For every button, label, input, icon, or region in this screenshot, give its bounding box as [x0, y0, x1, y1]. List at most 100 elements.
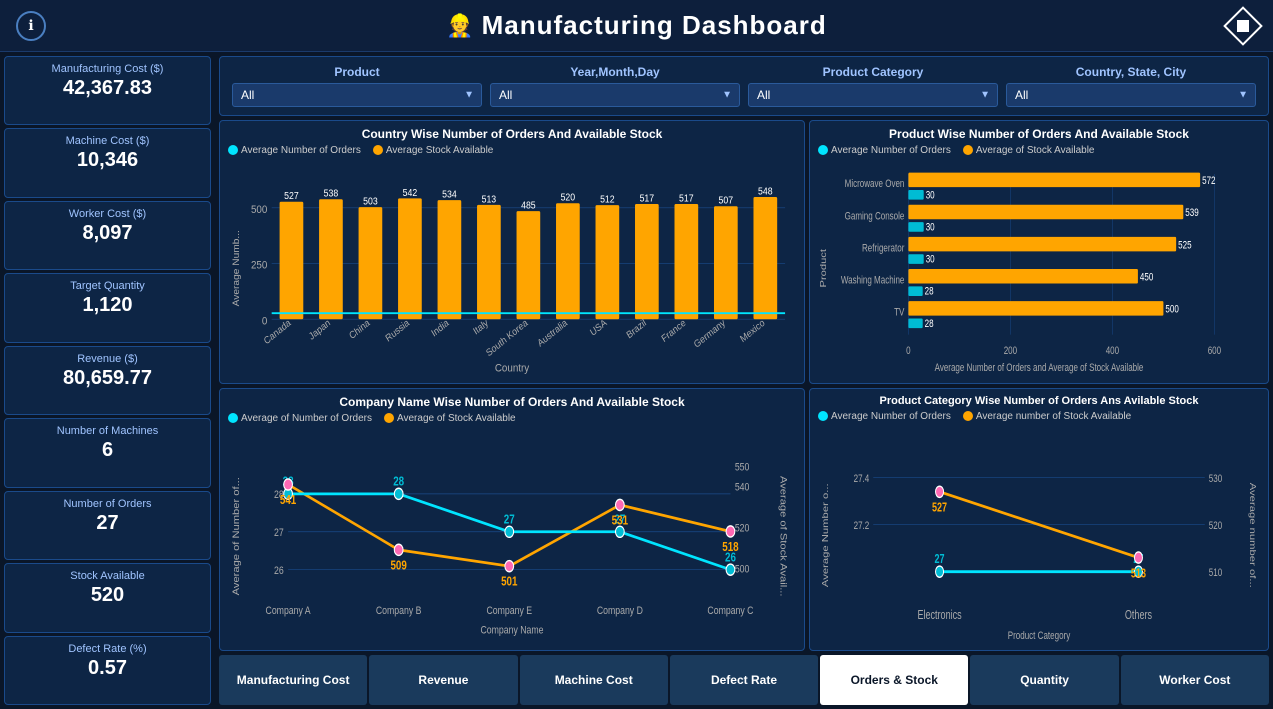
svg-text:200: 200 — [1004, 345, 1018, 358]
svg-text:538: 538 — [324, 188, 339, 200]
svg-text:Company Name: Company Name — [480, 624, 543, 636]
content-area: Product All Year,Month,Day All Product C… — [215, 52, 1273, 709]
kpi-label-stock-available: Stock Available — [15, 570, 200, 582]
svg-text:Australia: Australia — [536, 317, 570, 350]
kpi-value-defect-rate: 0.57 — [15, 657, 200, 680]
svg-text:540: 540 — [735, 481, 750, 493]
svg-text:525: 525 — [1178, 239, 1191, 252]
country-chart-svg-container: 0250500527Canada538Japan503China542Russi… — [228, 160, 796, 377]
filters-row: Product All Year,Month,Day All Product C… — [219, 56, 1269, 116]
svg-text:Company B: Company B — [376, 604, 422, 616]
svg-text:Russia: Russia — [384, 317, 412, 345]
filter-group-product-filter: Product All — [232, 65, 482, 107]
svg-text:0: 0 — [262, 315, 268, 328]
svg-text:USA: USA — [588, 317, 609, 339]
filter-select-category-filter[interactable]: All — [748, 83, 998, 107]
product-chart-title: Product Wise Number of Orders And Availa… — [818, 127, 1260, 141]
filter-wrapper-category-filter: All — [748, 83, 998, 107]
svg-text:Germany: Germany — [692, 317, 727, 351]
svg-text:512: 512 — [600, 194, 615, 206]
svg-text:Average Number o...: Average Number o... — [821, 483, 830, 587]
svg-text:Country: Country — [495, 362, 530, 375]
svg-text:27.4: 27.4 — [854, 472, 870, 485]
filter-wrapper-product-filter: All — [232, 83, 482, 107]
category-chart-svg-container: 27.227.451052053027527Electronics27513Ot… — [818, 426, 1260, 645]
kpi-machine-cost: Machine Cost ($) 10,346 — [4, 128, 211, 197]
svg-text:Company C: Company C — [707, 604, 753, 616]
svg-text:30: 30 — [926, 253, 935, 266]
kpi-label-machine-cost: Machine Cost ($) — [15, 135, 200, 147]
charts-row-bottom: Company Name Wise Number of Orders And A… — [219, 388, 1269, 652]
tab-defect-rate[interactable]: Defect Rate — [670, 655, 818, 705]
tab-machine-cost[interactable]: Machine Cost — [520, 655, 668, 705]
svg-text:250: 250 — [251, 259, 267, 272]
filter-group-location-filter: Country, State, City All — [1006, 65, 1256, 107]
country-chart-legend: Average Number of Orders Average Stock A… — [228, 145, 796, 156]
svg-text:520: 520 — [735, 522, 750, 534]
kpi-value-stock-available: 520 — [15, 584, 200, 607]
kpi-label-revenue: Revenue ($) — [15, 353, 200, 365]
info-icon[interactable]: ℹ — [16, 11, 46, 41]
svg-text:27: 27 — [504, 513, 515, 526]
company-chart-svg: 26272850052054055028541Company A28509Com… — [228, 428, 796, 645]
tab-revenue[interactable]: Revenue — [369, 655, 517, 705]
header: ℹ 👷 Manufacturing Dashboard — [0, 0, 1273, 52]
kpi-num-orders: Number of Orders 27 — [4, 491, 211, 560]
category-orders-chart: Product Category Wise Number of Orders A… — [809, 388, 1269, 652]
kpi-value-manufacturing-cost: 42,367.83 — [15, 77, 200, 100]
filter-group-category-filter: Product Category All — [748, 65, 998, 107]
company-chart-svg-container: 26272850052054055028541Company A28509Com… — [228, 428, 796, 645]
svg-text:28: 28 — [925, 285, 934, 298]
kpi-value-machine-cost: 10,346 — [15, 149, 200, 172]
kpi-label-worker-cost: Worker Cost ($) — [15, 208, 200, 220]
svg-text:India: India — [430, 317, 452, 340]
svg-text:517: 517 — [640, 193, 655, 205]
diamond-icon[interactable] — [1223, 6, 1263, 46]
svg-text:Microwave Oven: Microwave Oven — [845, 178, 905, 191]
svg-text:518: 518 — [722, 540, 738, 553]
filter-select-date-filter[interactable]: All — [490, 83, 740, 107]
filter-wrapper-date-filter: All — [490, 83, 740, 107]
kpi-label-target-quantity: Target Quantity — [15, 280, 200, 292]
kpi-label-num-orders: Number of Orders — [15, 498, 200, 510]
svg-text:513: 513 — [482, 194, 497, 206]
tab-quantity[interactable]: Quantity — [970, 655, 1118, 705]
svg-text:27: 27 — [274, 527, 284, 539]
kpi-value-revenue: 80,659.77 — [15, 367, 200, 390]
tab-worker-cost[interactable]: Worker Cost — [1121, 655, 1269, 705]
svg-text:Average Numb...: Average Numb... — [232, 230, 242, 306]
tab-orders-stock[interactable]: Orders & Stock — [820, 655, 968, 705]
legend-orders: Average Number of Orders — [241, 145, 361, 156]
kpi-stock-available: Stock Available 520 — [4, 563, 211, 632]
filter-select-location-filter[interactable]: All — [1006, 83, 1256, 107]
svg-text:Company A: Company A — [266, 604, 311, 616]
country-chart-title: Country Wise Number of Orders And Availa… — [228, 127, 796, 141]
main-layout: Manufacturing Cost ($) 42,367.83Machine … — [0, 52, 1273, 709]
svg-text:600: 600 — [1208, 345, 1222, 358]
svg-text:450: 450 — [1140, 271, 1154, 284]
svg-text:27.2: 27.2 — [854, 519, 870, 532]
filter-label-product-filter: Product — [232, 65, 482, 79]
svg-text:Brazil: Brazil — [625, 317, 649, 341]
cat-legend-orders: Average Number of Orders — [831, 411, 951, 422]
svg-text:China: China — [348, 317, 373, 342]
kpi-revenue: Revenue ($) 80,659.77 — [4, 346, 211, 415]
svg-text:28: 28 — [393, 475, 404, 488]
svg-text:France: France — [660, 317, 688, 345]
filter-select-product-filter[interactable]: All — [232, 83, 482, 107]
svg-text:Product Category: Product Category — [1008, 629, 1071, 642]
company-orders-chart: Company Name Wise Number of Orders And A… — [219, 388, 805, 652]
svg-text:485: 485 — [521, 200, 536, 212]
product-chart-legend: Average Number of Orders Average of Stoc… — [818, 145, 1260, 156]
svg-text:572: 572 — [1202, 175, 1215, 188]
svg-text:Italy: Italy — [472, 317, 491, 338]
filter-label-date-filter: Year,Month,Day — [490, 65, 740, 79]
kpi-worker-cost: Worker Cost ($) 8,097 — [4, 201, 211, 270]
tab-mfg-cost[interactable]: Manufacturing Cost — [219, 655, 367, 705]
bottom-tabs: Manufacturing CostRevenueMachine CostDef… — [219, 655, 1269, 705]
svg-text:Japan: Japan — [307, 317, 332, 343]
svg-text:548: 548 — [758, 186, 773, 198]
product-legend-orders: Average Number of Orders — [831, 145, 951, 156]
kpi-target-quantity: Target Quantity 1,120 — [4, 273, 211, 342]
legend-stock: Average Stock Available — [386, 145, 493, 156]
